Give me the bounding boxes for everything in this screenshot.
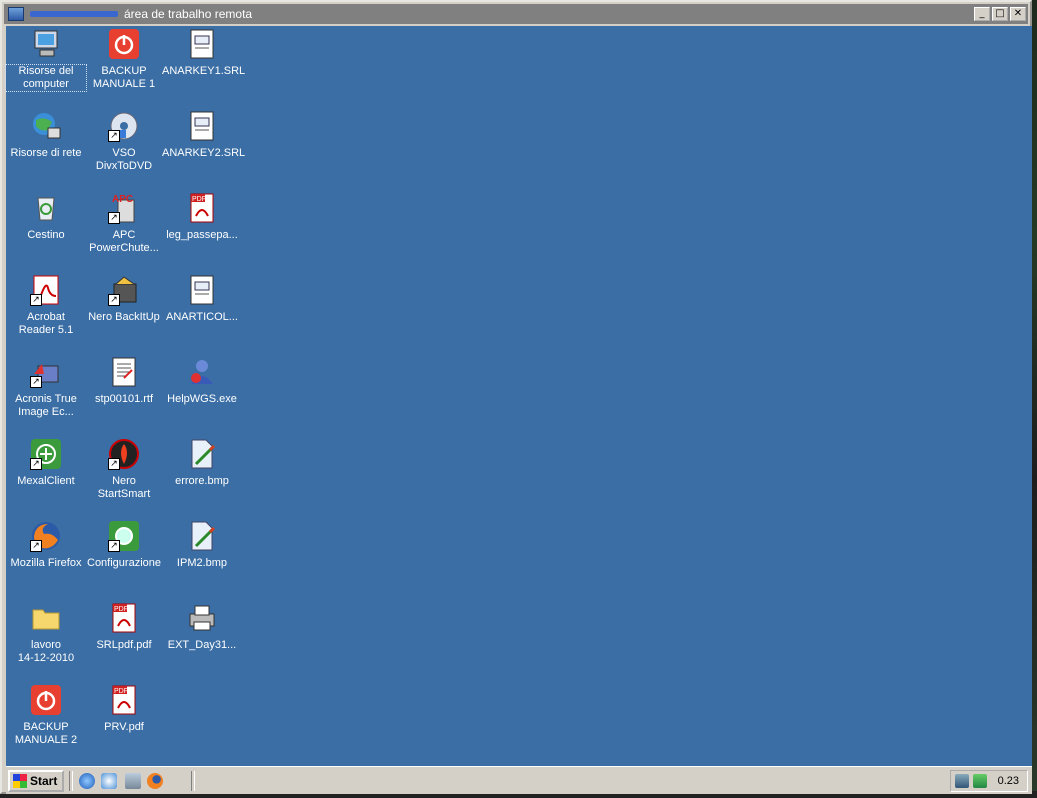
window-titlebar[interactable]: área de trabalho remota _ □ ✕	[4, 4, 1028, 24]
taskbar: Start 0.23	[6, 766, 1032, 794]
pdf-icon: PDF	[108, 602, 140, 634]
desktop-area[interactable]: Risorse del computer Risorse di rete Ces…	[5, 26, 1032, 766]
svg-text:PDF: PDF	[114, 688, 128, 695]
svg-text:PDF: PDF	[192, 196, 206, 203]
srl-file-icon	[186, 274, 218, 306]
desktop-icon-firefox[interactable]: ↗ Mozilla Firefox	[6, 520, 86, 570]
shortcut-arrow-icon: ↗	[108, 540, 120, 552]
desktop-icon-apc[interactable]: APC ↗ APC PowerChute...	[84, 192, 164, 255]
shortcut-arrow-icon: ↗	[108, 294, 120, 306]
power-icon	[30, 684, 62, 716]
nero-backitup-icon: ↗	[108, 274, 140, 306]
start-button[interactable]: Start	[8, 770, 64, 792]
folder-icon	[30, 602, 62, 634]
nero-icon: ↗	[108, 438, 140, 470]
desktop-icon-anarticol[interactable]: ANARTICOL...	[162, 274, 242, 324]
my-computer-icon	[30, 28, 62, 60]
desktop-icon-stp00101[interactable]: stp00101.rtf	[84, 356, 164, 406]
tray-arrow-icon[interactable]	[973, 774, 987, 788]
acronis-icon: ↗	[30, 356, 62, 388]
close-button[interactable]: ✕	[1010, 7, 1026, 21]
start-label: Start	[30, 774, 58, 788]
redacted-host-name	[30, 11, 118, 17]
desktop-icon-prv[interactable]: PDF PRV.pdf	[84, 684, 164, 734]
network-tray-icon[interactable]	[955, 774, 969, 788]
help-user-icon	[186, 356, 218, 388]
desktop-icon-backup-1[interactable]: BACKUP MANUALE 1	[84, 28, 164, 91]
maximize-button[interactable]: □	[992, 7, 1008, 21]
desktop-icon-acrobat[interactable]: ↗ Acrobat Reader 5.1	[6, 274, 86, 337]
svg-text:APC: APC	[112, 194, 133, 205]
desktop-icon-network[interactable]: Risorse di rete	[6, 110, 86, 160]
network-icon	[30, 110, 62, 142]
show-desktop-icon[interactable]	[125, 773, 141, 789]
window-title: área de trabalho remota	[124, 7, 253, 21]
desktop-icon-anarkey2[interactable]: ANARKEY2.SRL	[162, 110, 245, 160]
remote-desktop-icon	[8, 7, 24, 21]
taskbar-separator	[191, 771, 195, 791]
shortcut-arrow-icon: ↗	[30, 458, 42, 470]
desktop-icon-ext-day31[interactable]: EXT_Day31...	[162, 602, 242, 652]
desktop-icon-recycle-bin[interactable]: Cestino	[6, 192, 86, 242]
desktop-icon-leg-passepa[interactable]: PDF leg_passepa...	[162, 192, 242, 242]
desktop-icon-helpwgs[interactable]: HelpWGS.exe	[162, 356, 242, 406]
shortcut-arrow-icon: ↗	[30, 294, 42, 306]
outlook-express-icon[interactable]	[101, 773, 117, 789]
desktop-icon-mexalclient[interactable]: ↗ MexalClient	[6, 438, 86, 488]
apc-icon: APC ↗	[108, 192, 140, 224]
desktop-icon-nero-startsmart[interactable]: ↗ Nero StartSmart	[84, 438, 164, 501]
shortcut-arrow-icon: ↗	[30, 540, 42, 552]
rtf-document-icon	[108, 356, 140, 388]
shortcut-arrow-icon: ↗	[108, 130, 120, 142]
desktop-icon-configurazione[interactable]: ↗ Configurazione	[84, 520, 164, 570]
desktop-icon-acronis[interactable]: ↗ Acronis True Image Ec...	[6, 356, 86, 419]
taskbar-separator	[69, 771, 73, 791]
desktop-icon-nero-backitup[interactable]: ↗ Nero BackItUp	[84, 274, 164, 324]
mexal-icon: ↗	[30, 438, 62, 470]
shortcut-arrow-icon: ↗	[108, 212, 120, 224]
acrobat-icon: ↗	[30, 274, 62, 306]
desktop-icon-vso[interactable]: ↗ VSO DivxToDVD	[84, 110, 164, 173]
desktop-icon-folder-lavoro[interactable]: lavoro 14-12-2010	[6, 602, 86, 665]
pdf-icon: PDF	[108, 684, 140, 716]
shortcut-arrow-icon: ↗	[108, 458, 120, 470]
desktop-icon-ipm2[interactable]: IPM2.bmp	[162, 520, 242, 570]
power-icon	[108, 28, 140, 60]
desktop-icon-backup-2[interactable]: BACKUP MANUALE 2	[6, 684, 86, 747]
dvd-icon: ↗	[108, 110, 140, 142]
svg-text:PDF: PDF	[114, 606, 128, 613]
srl-file-icon	[186, 28, 218, 60]
desktop-icon-errore[interactable]: errore.bmp	[162, 438, 242, 488]
config-icon: ↗	[108, 520, 140, 552]
recycle-bin-icon	[30, 192, 62, 224]
srl-file-icon	[186, 110, 218, 142]
windows-logo-icon	[13, 774, 27, 788]
bitmap-icon	[186, 438, 218, 470]
minimize-button[interactable]: _	[974, 7, 990, 21]
desktop-icon-my-computer[interactable]: Risorse del computer	[5, 28, 87, 92]
remote-desktop-window: área de trabalho remota _ □ ✕ Risorse de…	[0, 0, 1032, 794]
system-tray: 0.23	[950, 770, 1028, 792]
printer-icon	[186, 602, 218, 634]
firefox-icon[interactable]	[147, 773, 163, 789]
shortcut-arrow-icon: ↗	[30, 376, 42, 388]
bitmap-icon	[186, 520, 218, 552]
pdf-icon: PDF	[186, 192, 218, 224]
internet-explorer-icon[interactable]	[79, 773, 95, 789]
desktop-icon-srlpdf[interactable]: PDF SRLpdf.pdf	[84, 602, 164, 652]
tray-clock[interactable]: 0.23	[998, 775, 1019, 787]
desktop-icon-anarkey1[interactable]: ANARKEY1.SRL	[162, 28, 245, 78]
firefox-icon: ↗	[30, 520, 62, 552]
